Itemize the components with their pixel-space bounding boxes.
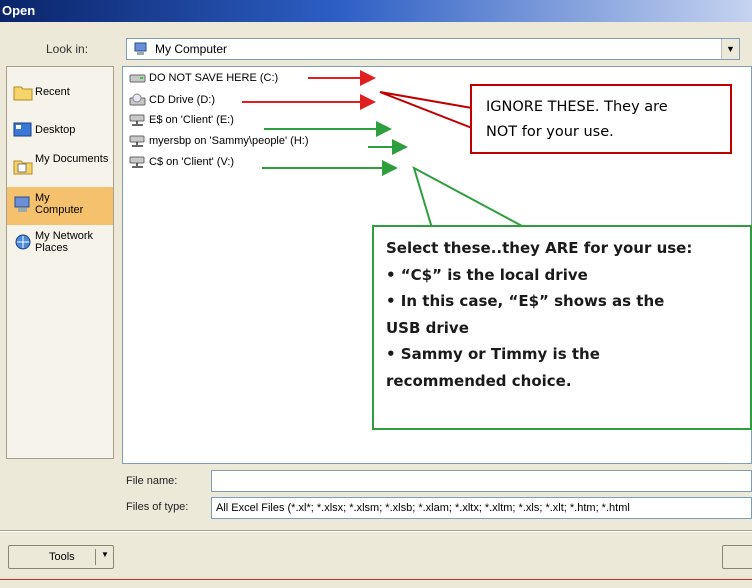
chevron-down-icon[interactable]: ▼ xyxy=(101,550,109,559)
place-my-computer[interactable]: My Computer xyxy=(7,187,113,225)
my-documents-icon xyxy=(13,160,33,175)
tools-button[interactable]: Tools ▼ xyxy=(8,545,114,569)
divider xyxy=(0,530,752,532)
red-callout: IGNORE THESE. They are NOT for your use. xyxy=(470,84,732,154)
look-in-label: Look in: xyxy=(46,42,89,56)
tools-label: Tools xyxy=(49,551,75,563)
green-callout-line: • In this case, “E$” shows as the xyxy=(386,292,665,310)
title-bar: Open xyxy=(0,0,752,22)
tools-divider xyxy=(95,549,96,565)
recent-folder-icon xyxy=(13,86,33,101)
green-callout-line: Select these..they ARE for your use: xyxy=(386,239,693,257)
place-my-documents-label: My Documents xyxy=(35,153,109,165)
place-my-computer-label: My Computer xyxy=(35,192,84,216)
place-my-network[interactable]: My Network Places xyxy=(7,225,113,263)
my-computer-icon xyxy=(14,196,30,212)
green-callout: Select these..they ARE for your use: • “… xyxy=(372,225,752,430)
file-type-label: Files of type: xyxy=(126,501,189,513)
open-button[interactable] xyxy=(722,545,752,569)
my-computer-icon xyxy=(134,42,147,55)
file-label: E$ on 'Client' (E:) xyxy=(149,114,234,126)
file-label: myersbp on 'Sammy\people' (H:) xyxy=(149,135,309,147)
place-recent-label: Recent xyxy=(35,86,70,98)
red-callout-line: NOT for your use. xyxy=(486,124,614,140)
red-callout-line: IGNORE THESE. They are xyxy=(486,99,668,115)
place-my-network-label: My Network Places xyxy=(35,230,94,254)
window-title: Open xyxy=(2,3,36,18)
green-callout-line: recommended choice. xyxy=(386,371,572,390)
green-callout-line: • Sammy or Timmy is the xyxy=(386,345,600,363)
file-name-input[interactable] xyxy=(211,470,752,492)
places-bar: Recent Desktop My Documents My Computer … xyxy=(6,66,114,459)
network-drive-icon xyxy=(129,135,145,147)
file-label: CD Drive (D:) xyxy=(149,94,215,106)
place-desktop-label: Desktop xyxy=(35,124,76,136)
look-in-value: My Computer xyxy=(155,42,228,56)
cd-drive-icon xyxy=(129,93,146,106)
file-label: C$ on 'Client' (V:) xyxy=(149,156,235,168)
place-recent[interactable]: Recent xyxy=(7,75,113,109)
file-type-select[interactable]: All Excel Files (*.xl*; *.xlsx; *.xlsm; … xyxy=(211,497,752,519)
green-callout-line: • “C$” is the local drive xyxy=(386,265,588,284)
green-callout-line: USB drive xyxy=(386,318,469,337)
chevron-down-icon[interactable]: ▼ xyxy=(721,39,739,59)
network-drive-icon xyxy=(129,114,145,126)
bottom-border xyxy=(0,579,752,588)
desktop-icon xyxy=(13,122,32,137)
look-in-combo[interactable]: My Computer ▼ xyxy=(126,38,740,60)
file-label: DO NOT SAVE HERE (C:) xyxy=(149,72,279,84)
place-desktop[interactable]: Desktop xyxy=(7,115,113,149)
place-my-documents[interactable]: My Documents xyxy=(7,149,113,187)
hard-drive-icon xyxy=(129,74,146,83)
file-name-label: File name: xyxy=(126,475,178,487)
network-places-icon xyxy=(15,234,31,250)
network-drive-icon xyxy=(129,156,145,168)
